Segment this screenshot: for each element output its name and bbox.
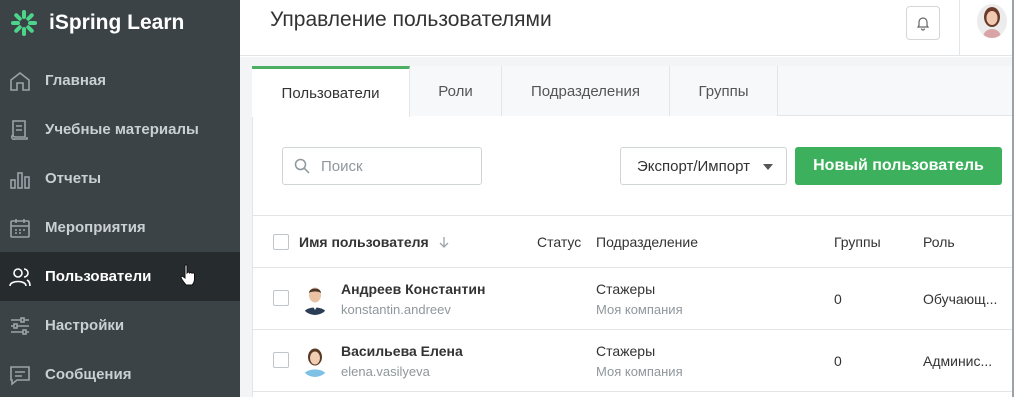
user-role: Обучающ... — [923, 291, 998, 307]
sidebar-item-label: Главная — [45, 72, 107, 89]
sidebar-item-label: Пользователи — [45, 268, 152, 285]
avatar — [300, 283, 330, 315]
sidebar-item-learning-content[interactable]: Учебные материалы — [0, 105, 240, 154]
header-divider — [959, 0, 960, 56]
top-header: Управление пользователями — [240, 0, 1014, 56]
tab-roles[interactable]: Роли — [410, 66, 502, 116]
sidebar-item-events[interactable]: Мероприятия — [0, 203, 240, 252]
ispring-logo-icon — [11, 10, 37, 36]
user-groups-count: 0 — [834, 291, 842, 307]
book-icon — [10, 120, 28, 141]
message-icon — [10, 366, 30, 386]
settings-sliders-icon — [11, 317, 29, 335]
column-header-name[interactable]: Имя пользователя — [299, 234, 449, 250]
sidebar-item-label: Учебные материалы — [45, 121, 199, 138]
sidebar-item-users[interactable]: Пользователи — [0, 252, 240, 301]
users-icon — [9, 268, 31, 287]
search-icon — [294, 158, 310, 174]
column-header-groups[interactable]: Группы — [834, 234, 881, 250]
chevron-down-icon — [763, 164, 773, 170]
user-organization: Моя компания — [596, 302, 683, 317]
tab-groups[interactable]: Группы — [670, 66, 778, 116]
new-user-button[interactable]: Новый пользователь — [795, 147, 1002, 185]
calendar-icon — [10, 219, 30, 238]
table-row[interactable]: Андреев Константин konstantin.andreev Ст… — [252, 268, 1014, 330]
sidebar-item-settings[interactable]: Настройки — [0, 301, 240, 350]
user-name[interactable]: Васильева Елена — [341, 343, 463, 359]
sidebar-item-messages[interactable]: Сообщения — [0, 350, 240, 397]
sidebar-item-home[interactable]: Главная — [0, 56, 240, 105]
user-login: konstantin.andreev — [341, 302, 451, 317]
sidebar-item-label: Отчеты — [45, 170, 102, 187]
search-box — [282, 147, 482, 185]
user-login: elena.vasilyeva — [341, 364, 430, 379]
export-import-button[interactable]: Экспорт/Импорт — [620, 147, 787, 185]
user-department: Стажеры — [596, 343, 656, 359]
table-header: Имя пользователя Статус Подразделение Гр… — [252, 215, 1014, 268]
tab-bar: Пользователи Роли Подразделения Группы — [252, 66, 1014, 117]
sidebar-item-reports[interactable]: Отчеты — [0, 154, 240, 203]
tab-departments[interactable]: Подразделения — [502, 66, 670, 116]
sidebar-item-label: Мероприятия — [45, 219, 146, 236]
sidebar-item-label: Настройки — [45, 317, 125, 334]
column-header-department[interactable]: Подразделение — [596, 234, 698, 250]
logo[interactable]: iSpring Learn — [0, 0, 240, 46]
home-icon — [10, 71, 30, 91]
avatar — [300, 345, 330, 377]
user-organization: Моя компания — [596, 364, 683, 379]
hand-pointer-cursor-icon — [180, 264, 195, 286]
notifications-button[interactable] — [906, 6, 940, 40]
table-row[interactable]: Васильева Елена elena.vasilyeva Стажеры … — [252, 330, 1014, 392]
brand-name: iSpring Learn — [49, 11, 185, 34]
sidebar-item-label: Сообщения — [45, 366, 132, 383]
column-header-name-label: Имя пользователя — [299, 234, 429, 250]
tab-users[interactable]: Пользователи — [252, 66, 410, 117]
user-role: Админис... — [923, 353, 993, 369]
column-header-role[interactable]: Роль — [923, 234, 955, 250]
export-import-label: Экспорт/Импорт — [637, 158, 750, 175]
chart-icon — [10, 172, 30, 189]
search-input[interactable] — [321, 156, 471, 176]
row-checkbox[interactable] — [273, 290, 289, 306]
user-name[interactable]: Андреев Константин — [341, 281, 485, 297]
current-user-avatar[interactable] — [977, 4, 1007, 38]
select-all-checkbox[interactable] — [273, 234, 289, 250]
bell-icon — [916, 17, 930, 31]
user-department: Стажеры — [596, 281, 656, 297]
user-groups-count: 0 — [834, 353, 842, 369]
row-checkbox[interactable] — [273, 352, 289, 368]
column-header-status[interactable]: Статус — [537, 234, 581, 250]
sidebar: iSpring Learn Главная Учебные материалы … — [0, 0, 240, 397]
page-title: Управление пользователями — [270, 8, 552, 31]
sort-down-arrow-icon — [439, 237, 449, 248]
